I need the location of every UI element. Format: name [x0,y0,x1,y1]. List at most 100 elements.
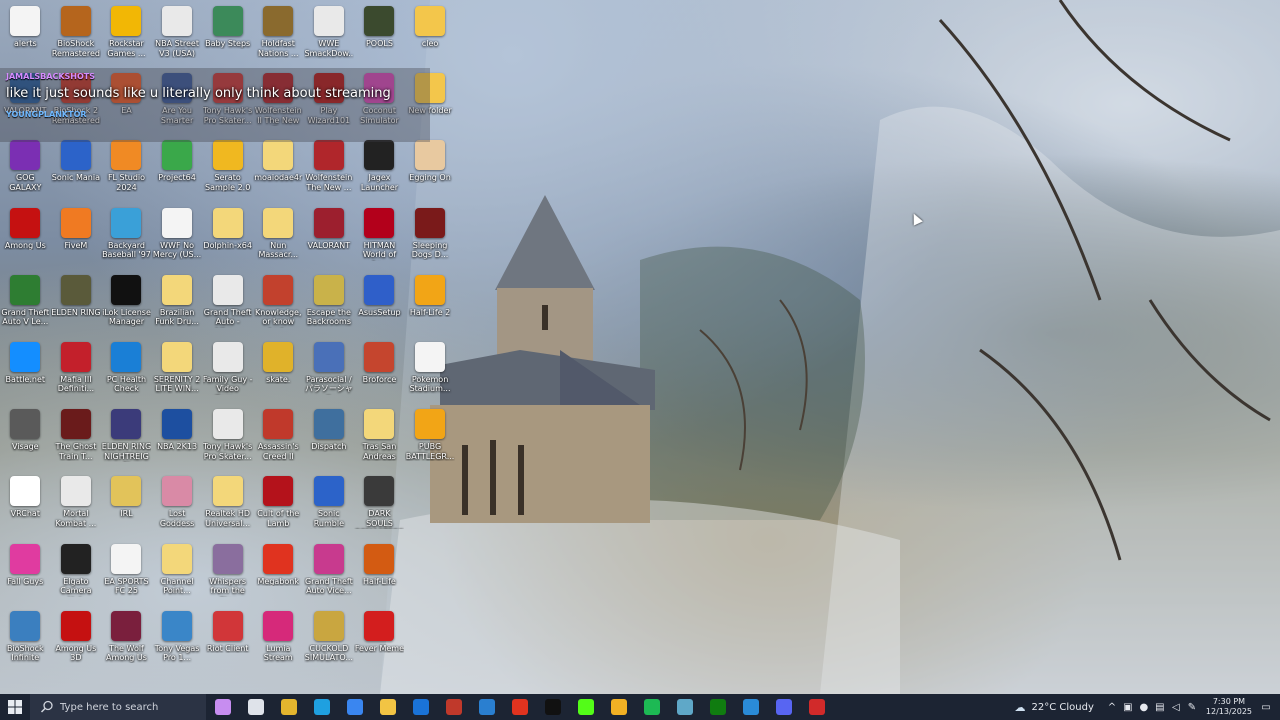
taskbar-app-button[interactable] [437,694,470,720]
desktop-icon[interactable]: ELDEN RING NIGHTREIGN [101,403,152,470]
desktop-icon[interactable]: NBA 2K13 [152,403,203,470]
taskbar-app-button[interactable] [371,694,404,720]
taskbar-app-button[interactable] [602,694,635,720]
taskbar-app-button[interactable] [536,694,569,720]
desktop-icon[interactable]: AsusSetup [354,269,405,336]
desktop-icon[interactable]: Fever Meme [354,605,405,672]
desktop-icon[interactable]: The Wolf Among Us [101,605,152,672]
desktop-icon[interactable]: Mortal Kombat ... [51,470,102,537]
desktop-icon[interactable]: Dispatch [304,403,355,470]
desktop-icon[interactable]: alerts [0,0,51,67]
desktop-icon[interactable]: Escape the Backrooms [304,269,355,336]
desktop-icon[interactable]: skate. [253,336,304,403]
desktop-icon[interactable]: Sonic Mania [51,134,102,201]
taskbar-app-button[interactable] [800,694,833,720]
desktop-icon[interactable]: VALORANT [304,202,355,269]
desktop-icon[interactable]: Brazilian Funk Dru... [152,269,203,336]
desktop-icon[interactable]: Egging On [405,134,456,201]
desktop-icon[interactable]: Grand Theft Auto V Le... [0,269,51,336]
taskbar-app-button[interactable] [734,694,767,720]
desktop-icon[interactable]: Parasocial / パラソーシャル [304,336,355,403]
desktop-icon[interactable]: Tony Hawk's Pro Skater... [202,403,253,470]
desktop-icon[interactable]: Cult of the Lamb [253,470,304,537]
desktop-icon[interactable]: Tony Vegas Pro 1... [152,605,203,672]
desktop-icon[interactable]: IRL [101,470,152,537]
desktop-icon[interactable]: The Ghost Train T... [51,403,102,470]
desktop-icon[interactable]: Battle.net [0,336,51,403]
taskbar-app-button[interactable] [272,694,305,720]
desktop-icon[interactable]: Nun Massacr... [253,202,304,269]
desktop-icon[interactable]: Mafia III Definiti... [51,336,102,403]
desktop-icon[interactable]: CUCKOLD SIMULATO... [304,605,355,672]
taskbar-app-button[interactable] [569,694,602,720]
desktop-icon[interactable]: Sleeping Dogs D... [405,202,456,269]
desktop-icon[interactable]: moaiodae4r [253,134,304,201]
taskbar-search-box[interactable]: Type here to search [30,694,206,720]
desktop-icon[interactable]: Pokemon Stadium... [405,336,456,403]
desktop-icon[interactable]: PC Health Check [101,336,152,403]
taskbar-app-button[interactable] [701,694,734,720]
desktop-icon[interactable]: Tras San Andreas [354,403,405,470]
desktop-icon[interactable]: Half-Life 2 [405,269,456,336]
speaker-icon[interactable]: ◁ [1168,702,1184,713]
microphone-icon[interactable]: ● [1136,702,1152,713]
desktop-icon[interactable]: VRChat [0,470,51,537]
taskbar-app-button[interactable] [668,694,701,720]
pen-icon[interactable]: ✎ [1184,702,1200,713]
desktop-icon[interactable]: Assassin's Creed II [253,403,304,470]
weather-widget[interactable]: 22°C Cloudy [1032,702,1094,713]
desktop-icon[interactable]: Megabonk [253,538,304,605]
desktop-icon[interactable]: Fall Guys [0,538,51,605]
tray-app-icon[interactable]: ▣ [1120,702,1136,713]
desktop-icon[interactable]: PUBG BATTLEGR... [405,403,456,470]
desktop-icon[interactable]: NBA Street V3 (USA) [152,0,203,67]
desktop-icon[interactable]: Lost Goddess [152,470,203,537]
desktop-icon[interactable]: cleo [405,0,456,67]
taskbar-clock[interactable]: 7:30 PM 12/13/2025 [1206,697,1252,717]
taskbar-app-button[interactable] [305,694,338,720]
desktop-icon[interactable]: Grand Theft Auto Vice... [304,538,355,605]
taskbar-app-button[interactable] [503,694,536,720]
desktop-icon[interactable]: Rockstar Games ... [101,0,152,67]
desktop-icon[interactable]: Family Guy - Video Gam... [202,336,253,403]
desktop-icon[interactable]: Sonic Rumble [304,470,355,537]
desktop-icon[interactable]: Project64 [152,134,203,201]
desktop-icon[interactable]: GOG GALAXY [0,134,51,201]
desktop-icon[interactable]: Baby Steps [202,0,253,67]
desktop-icon[interactable]: Whispers from the Star [202,538,253,605]
desktop-icon[interactable]: Holdfast Nations ... [253,0,304,67]
desktop-icon[interactable]: DARK SOULS REMASTERED [354,470,405,537]
desktop-icon[interactable]: Elgato Camera Hub [51,538,102,605]
taskbar-app-button[interactable] [470,694,503,720]
desktop-icon[interactable]: Knowledge, or know Lady [253,269,304,336]
taskbar-app-button[interactable] [767,694,800,720]
desktop-icon[interactable]: Serato Sample 2.0 [202,134,253,201]
desktop-icon[interactable]: WWF No Mercy (US... [152,202,203,269]
network-icon[interactable]: ▤ [1152,702,1168,713]
desktop-icon[interactable]: SERENITY 2 LITE WIN... [152,336,203,403]
chevron-up-icon[interactable]: ^ [1104,702,1120,713]
desktop-icon[interactable]: Dolphin-x64 [202,202,253,269]
desktop-icon[interactable]: Among Us [0,202,51,269]
taskbar-app-button[interactable] [635,694,668,720]
desktop-icon[interactable]: BioShock Remastered [51,0,102,67]
taskbar-app-button[interactable] [206,694,239,720]
desktop-icon[interactable]: FL Studio 2024 [101,134,152,201]
desktop-icon[interactable]: Half-Life [354,538,405,605]
start-button[interactable] [0,694,30,720]
taskbar-app-button[interactable] [404,694,437,720]
desktop-icon[interactable]: EA SPORTS FC 25 [101,538,152,605]
notification-icon[interactable]: ▭ [1258,702,1274,713]
desktop-icon[interactable]: FiveM [51,202,102,269]
desktop-icon[interactable]: Lumia Stream [253,605,304,672]
desktop-icon[interactable]: WWE SmackDow... [304,0,355,67]
desktop-icon[interactable]: Among Us 3D [51,605,102,672]
desktop-icon[interactable]: ELDEN RING [51,269,102,336]
desktop-icon[interactable]: iLok License Manager [101,269,152,336]
desktop-icon[interactable]: Broforce [354,336,405,403]
desktop-icon[interactable]: Visage [0,403,51,470]
desktop-icon[interactable]: HITMAN World of As... [354,202,405,269]
desktop-icon[interactable]: Channel Point... [152,538,203,605]
desktop-icon[interactable]: BioShock Infinite [0,605,51,672]
desktop-icon[interactable]: Grand Theft Auto - Libe... [202,269,253,336]
